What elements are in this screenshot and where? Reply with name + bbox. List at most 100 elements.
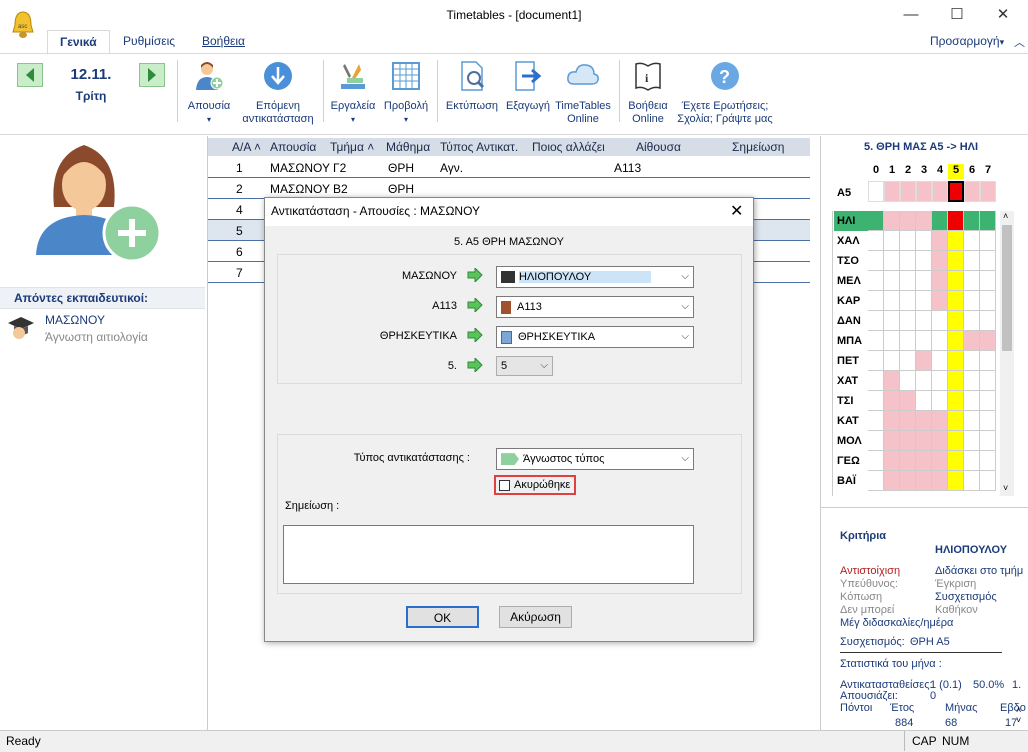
teacher-period-cell[interactable]: [980, 471, 996, 491]
subject-select[interactable]: ΘΡΗΣΚΕΥΤΙΚΑ ⌵: [496, 326, 694, 348]
teacher-period-cell[interactable]: [868, 371, 884, 391]
dialog-close-icon[interactable]: ✕: [730, 201, 743, 221]
teacher-period-cell[interactable]: [964, 471, 980, 491]
teacher-code[interactable]: ΚΑΤ: [834, 411, 868, 431]
teacher-period-cell[interactable]: [932, 311, 948, 331]
close-window-button[interactable]: ✕: [980, 0, 1026, 30]
teacher-period-cell[interactable]: [964, 251, 980, 271]
teacher-period-cell[interactable]: [980, 331, 996, 351]
class-period-cell[interactable]: [868, 181, 884, 202]
teacher-period-cell[interactable]: [932, 351, 948, 371]
cancel-button[interactable]: Ακύρωση: [499, 606, 572, 628]
teacher-period-cell[interactable]: [980, 271, 996, 291]
teacher-period-cell[interactable]: [884, 211, 900, 231]
teacher-period-cell[interactable]: [868, 291, 884, 311]
teacher-period-cell[interactable]: [948, 291, 964, 311]
teacher-code[interactable]: ΜΠΑ: [834, 331, 868, 351]
tab-help[interactable]: Βοήθεια: [190, 30, 257, 53]
teacher-period-cell[interactable]: [916, 391, 932, 411]
teacher-period-cell[interactable]: [948, 351, 964, 371]
class-period-cell[interactable]: [980, 181, 996, 202]
teacher-period-cell[interactable]: [884, 231, 900, 251]
absent-teacher-name[interactable]: ΜΑΣΩΝΟΥ: [45, 313, 105, 327]
teacher-period-cell[interactable]: [868, 411, 884, 431]
table-row[interactable]: 1 ΜΑΣΩΝΟΥ Γ2 ΘΡΗ Αγν. Α113: [208, 157, 810, 178]
next-substitution-button[interactable]: Επόμενη αντικατάσταση: [238, 60, 318, 126]
teacher-period-cell[interactable]: [948, 391, 964, 411]
teacher-period-cell[interactable]: [932, 411, 948, 431]
teacher-period-cell[interactable]: [932, 391, 948, 411]
teacher-period-cell[interactable]: [884, 471, 900, 491]
teacher-period-cell[interactable]: [916, 271, 932, 291]
teacher-period-cell[interactable]: [868, 471, 884, 491]
period-select[interactable]: 5 ⌵: [496, 356, 553, 376]
help-online-button[interactable]: i Βοήθεια Online: [622, 60, 674, 126]
teacher-period-cell[interactable]: [916, 211, 932, 231]
teacher-period-cell[interactable]: [868, 231, 884, 251]
teacher-period-cell[interactable]: [900, 211, 916, 231]
teacher-period-cell[interactable]: [868, 211, 884, 231]
col-header-who[interactable]: Ποιος αλλάζει: [532, 138, 605, 156]
teacher-period-cell[interactable]: [900, 471, 916, 491]
teacher-select[interactable]: ΗΛΙΟΠΟΥΛΟΥ ⌵: [496, 266, 694, 288]
teacher-period-cell[interactable]: [980, 451, 996, 471]
teacher-period-cell[interactable]: [900, 271, 916, 291]
teacher-period-cell[interactable]: [868, 271, 884, 291]
teacher-period-cell[interactable]: [980, 411, 996, 431]
teacher-period-cell[interactable]: [980, 311, 996, 331]
tools-button[interactable]: Εργαλεία ▾: [327, 60, 379, 126]
teacher-period-cell[interactable]: [916, 231, 932, 251]
teacher-period-cell[interactable]: [868, 451, 884, 471]
teacher-code[interactable]: ΧΑΤ: [834, 371, 868, 391]
teacher-period-cell[interactable]: [884, 251, 900, 271]
view-button[interactable]: Προβολή ▾: [380, 60, 432, 126]
class-period-cell[interactable]: [932, 181, 948, 202]
print-button[interactable]: Εκτύπωση: [440, 60, 504, 113]
teacher-code[interactable]: ΜΟΛ: [834, 431, 868, 451]
tab-settings[interactable]: Ρυθμίσεις: [111, 30, 187, 53]
minimize-button[interactable]: —: [888, 0, 934, 30]
teacher-period-cell[interactable]: [916, 371, 932, 391]
teacher-period-cell[interactable]: [980, 251, 996, 271]
teacher-period-cell[interactable]: [900, 291, 916, 311]
class-period-cell[interactable]: [964, 181, 980, 202]
teacher-period-cell[interactable]: [868, 331, 884, 351]
teacher-period-cell[interactable]: [948, 371, 964, 391]
teacher-code[interactable]: ΒΑΪ: [834, 471, 868, 491]
collapse-ribbon-icon[interactable]: ︿: [1014, 34, 1025, 50]
col-header-class[interactable]: Τμήμα ˄: [330, 138, 375, 156]
teacher-code[interactable]: ΤΣΙ: [834, 391, 868, 411]
next-day-button[interactable]: [139, 63, 165, 87]
col-header-aa[interactable]: Α/Α ˄: [232, 138, 262, 156]
teacher-period-cell[interactable]: [884, 411, 900, 431]
note-textarea[interactable]: [283, 525, 694, 584]
teacher-period-cell[interactable]: [948, 271, 964, 291]
teacher-period-cell[interactable]: [932, 271, 948, 291]
teacher-period-cell[interactable]: [868, 251, 884, 271]
teacher-period-cell[interactable]: [980, 431, 996, 451]
teacher-period-cell[interactable]: [964, 371, 980, 391]
teacher-period-cell[interactable]: [948, 231, 964, 251]
teacher-period-cell[interactable]: [980, 351, 996, 371]
previous-day-button[interactable]: [17, 63, 43, 87]
teacher-code[interactable]: ΠΕΤ: [834, 351, 868, 371]
teacher-period-cell[interactable]: [964, 291, 980, 311]
timetables-online-button[interactable]: TimeTables Online: [552, 60, 614, 126]
teacher-period-cell[interactable]: [884, 271, 900, 291]
timetable-scrollbar[interactable]: ˄ ˅: [1000, 211, 1014, 496]
teacher-code[interactable]: ΗΛΙ: [834, 211, 868, 231]
teacher-code[interactable]: ΔΑΝ: [834, 311, 868, 331]
col-header-absence[interactable]: Απουσία: [270, 138, 317, 156]
col-header-note[interactable]: Σημείωση: [732, 138, 785, 156]
teacher-period-cell[interactable]: [964, 391, 980, 411]
teacher-period-cell[interactable]: [916, 431, 932, 451]
teacher-period-cell[interactable]: [884, 351, 900, 371]
teacher-period-cell[interactable]: [932, 291, 948, 311]
teacher-period-cell[interactable]: [900, 231, 916, 251]
class-period-cell[interactable]: [948, 181, 964, 202]
teacher-period-cell[interactable]: [964, 411, 980, 431]
class-period-cell[interactable]: [900, 181, 916, 202]
teacher-period-cell[interactable]: [884, 291, 900, 311]
teacher-period-cell[interactable]: [884, 371, 900, 391]
teacher-period-cell[interactable]: [900, 351, 916, 371]
